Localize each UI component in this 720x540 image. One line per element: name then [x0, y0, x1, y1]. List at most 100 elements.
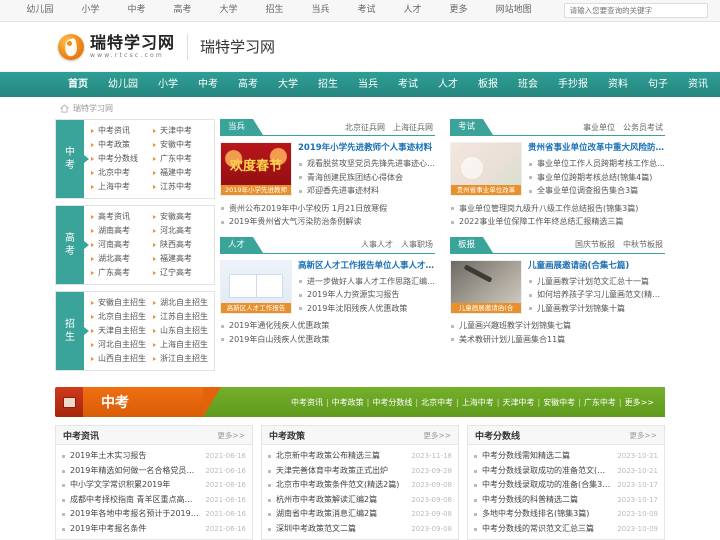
list-item-title[interactable]: 2019年中考报名条件 — [70, 522, 199, 537]
list-item-title[interactable]: 天津完善体育中考政策正式出炉 — [276, 464, 405, 479]
panel-link[interactable]: 公务员考试 — [623, 122, 663, 133]
panel-link[interactable]: 人事职场 — [401, 239, 433, 250]
list-item[interactable]: 2019年通化残疾人优惠政策 — [220, 319, 435, 333]
top-nav-item-3[interactable]: 高考 — [159, 0, 205, 21]
main-nav-item-0[interactable]: 首页 — [58, 72, 98, 97]
channel-link[interactable]: 河北高考 — [152, 224, 214, 238]
main-nav-item-1[interactable]: 幼儿园 — [98, 72, 148, 97]
featured-article-link[interactable]: 2019年小学先进教师个人事迹材料 — [298, 142, 435, 155]
list-item[interactable]: 进一步做好人事人才工作思路汇编3篇 — [298, 275, 435, 289]
top-nav-item-10[interactable]: 网站地图 — [482, 0, 546, 21]
main-nav-item-8[interactable]: 考试 — [388, 72, 428, 97]
channel-link[interactable]: 湖南高考 — [90, 224, 152, 238]
main-nav-item-12[interactable]: 手抄报 — [548, 72, 598, 97]
channel-link[interactable]: 安徽高考 — [152, 210, 214, 224]
channel-link[interactable]: 山西自主招生 — [90, 352, 152, 366]
list-item[interactable]: 观看脱贫攻坚党员先锋先进事迹心得体 — [298, 157, 435, 171]
top-nav-item-9[interactable]: 更多 — [436, 0, 482, 21]
channel-tab[interactable]: 招生 — [56, 292, 84, 370]
search-box[interactable] — [563, 3, 708, 18]
top-nav-item-0[interactable]: 幼儿园 — [12, 0, 67, 21]
banner-link-6[interactable]: 安徽中考 — [540, 397, 578, 408]
channel-link[interactable]: 陕西高考 — [152, 238, 214, 252]
panel-exam-tag[interactable]: 考试 — [450, 119, 494, 135]
channel-link[interactable]: 北京自主招生 — [90, 310, 152, 324]
banner-link-1[interactable]: 中考政策 — [329, 397, 367, 408]
list-item[interactable]: 多地中考分数线排名(锦集3篇) 2023-10-09 — [474, 507, 658, 522]
top-nav-item-1[interactable]: 小学 — [67, 0, 113, 21]
panel-link[interactable]: 国庆节板报 — [575, 239, 615, 250]
list-item-title[interactable]: 北京新中考政策公布精选三篇 — [276, 449, 405, 464]
channel-link[interactable]: 辽宁高考 — [152, 266, 214, 280]
channel-link[interactable]: 湖北自主招生 — [152, 296, 214, 310]
list-item[interactable]: 中考分数线的常识范文汇总三篇 2023-10-09 — [474, 522, 658, 537]
list-item-title[interactable]: 2019年精选如何做一名合格党员发言稿 — [70, 464, 199, 479]
home-icon[interactable] — [60, 103, 69, 113]
list-item[interactable]: 2019年沈阳残疾人优惠政策 — [298, 302, 435, 316]
banner-link-4[interactable]: 上海中考 — [459, 397, 497, 408]
channel-link[interactable]: 湖北高考 — [90, 252, 152, 266]
panel-exam-thumbnail[interactable]: 贵州省事业单位改革 — [450, 142, 522, 196]
list-item-title[interactable]: 北京市中考政策条件范文(精选2篇) — [276, 478, 405, 493]
list-item-title[interactable]: 2019年土木实习报告 — [70, 449, 199, 464]
channel-link[interactable]: 上海自主招生 — [152, 338, 214, 352]
list-item[interactable]: 2019年精选如何做一名合格党员发言稿 2021-06-16 — [62, 464, 246, 479]
list-item[interactable]: 中考分数线的科普精选二篇 2023-10-17 — [474, 493, 658, 508]
list-item[interactable]: 天津完善体育中考政策正式出炉 2023-09-28 — [268, 464, 452, 479]
panel-link[interactable]: 北京征兵网 — [345, 122, 385, 133]
channel-link[interactable]: 浙江自主招生 — [152, 352, 214, 366]
list-item[interactable]: 深圳中考政策范文二篇 2023-09-08 — [268, 522, 452, 537]
channel-link[interactable]: 山东自主招生 — [152, 324, 214, 338]
list-item[interactable]: 事业单位跨期考核总结(锦集4篇) — [528, 171, 665, 185]
banner-title[interactable]: 中考 — [83, 387, 221, 417]
top-nav-item-6[interactable]: 当兵 — [298, 0, 344, 21]
panel-board-tag[interactable]: 板报 — [450, 236, 494, 253]
top-nav-item-7[interactable]: 考试 — [344, 0, 390, 21]
banner-link-2[interactable]: 中考分数线 — [369, 397, 415, 408]
banner-link-7[interactable]: 广东中考 — [581, 397, 619, 408]
main-nav-item-7[interactable]: 当兵 — [348, 72, 388, 97]
list-item-title[interactable]: 多地中考分数线排名(锦集3篇) — [482, 507, 611, 522]
list-item-title[interactable]: 中小学文学常识积累2019年 — [70, 478, 199, 493]
featured-article-link[interactable]: 儿童画展邀请函(合集七篇) — [528, 260, 665, 273]
panel-link[interactable]: 人事人才 — [361, 239, 393, 250]
featured-article-link[interactable]: 高新区人才工作报告单位人事人才工作... — [298, 260, 435, 273]
top-nav-item-4[interactable]: 大学 — [205, 0, 251, 21]
list-item[interactable]: 2019年土木实习报告 2021-06-16 — [62, 449, 246, 464]
main-nav-item-10[interactable]: 板报 — [468, 72, 508, 97]
list-item-title[interactable]: 杭州市中考政策解读汇编2篇 — [276, 493, 405, 508]
panel-talent-thumbnail[interactable]: 高新区人才工作报告 — [220, 259, 292, 314]
panel-army-thumbnail[interactable]: 欢度春节 2019年小学先进教师 — [220, 142, 292, 196]
main-nav-item-14[interactable]: 句子 — [638, 72, 678, 97]
channel-link[interactable]: 广东高考 — [90, 266, 152, 280]
channel-link[interactable]: 天津中考 — [152, 124, 214, 138]
channel-tab[interactable]: 高考 — [56, 206, 84, 284]
channel-link[interactable]: 江苏自主招生 — [152, 310, 214, 324]
channel-link[interactable]: 安徽自主招生 — [90, 296, 152, 310]
panel-board-thumbnail[interactable]: 儿童画展邀请函(合 — [450, 259, 522, 314]
list-item[interactable]: 2019年白山残疾人优惠政策 — [220, 333, 435, 347]
main-nav-item-13[interactable]: 资料 — [598, 72, 638, 97]
list-item[interactable]: 湖南省中考政策消息汇编2篇 2023-09-08 — [268, 507, 452, 522]
list-item-title[interactable]: 中考分数线录取成功的准备范文(精选3篇) — [482, 464, 611, 479]
banner-link-5[interactable]: 天津中考 — [499, 397, 537, 408]
panel-link[interactable]: 上海征兵网 — [393, 122, 433, 133]
list-item[interactable]: 青海创建民族团结心得体会 — [298, 171, 435, 185]
list-item[interactable]: 贵州公布2019年中小学校历 1月21日放寒假 — [220, 202, 435, 216]
main-nav-item-11[interactable]: 班会 — [508, 72, 548, 97]
list-item[interactable]: 2019年中考报名条件 2021-06-16 — [62, 522, 246, 537]
list-item[interactable]: 2019年人力资源实习报告 — [298, 288, 435, 302]
list-item[interactable]: 2019年各地中考报名预计于2019年12月陆... 2021-06-16 — [62, 507, 246, 522]
panel-talent-tag[interactable]: 人才 — [220, 236, 264, 253]
main-nav-item-5[interactable]: 大学 — [268, 72, 308, 97]
main-nav-item-6[interactable]: 招生 — [308, 72, 348, 97]
channel-link[interactable]: 中考资讯 — [90, 124, 152, 138]
channel-tab[interactable]: 中考 — [56, 120, 84, 198]
more-link[interactable]: 更多>> — [423, 430, 451, 441]
list-item[interactable]: 杭州市中考政策解读汇编2篇 2023-09-08 — [268, 493, 452, 508]
channel-link[interactable]: 福建高考 — [152, 252, 214, 266]
more-link[interactable]: 更多>> — [217, 430, 245, 441]
main-nav-item-9[interactable]: 人才 — [428, 72, 468, 97]
search-input[interactable] — [564, 6, 707, 15]
list-item-title[interactable]: 成都中考择校指南 青羊区重点高中大盘点 — [70, 493, 199, 508]
